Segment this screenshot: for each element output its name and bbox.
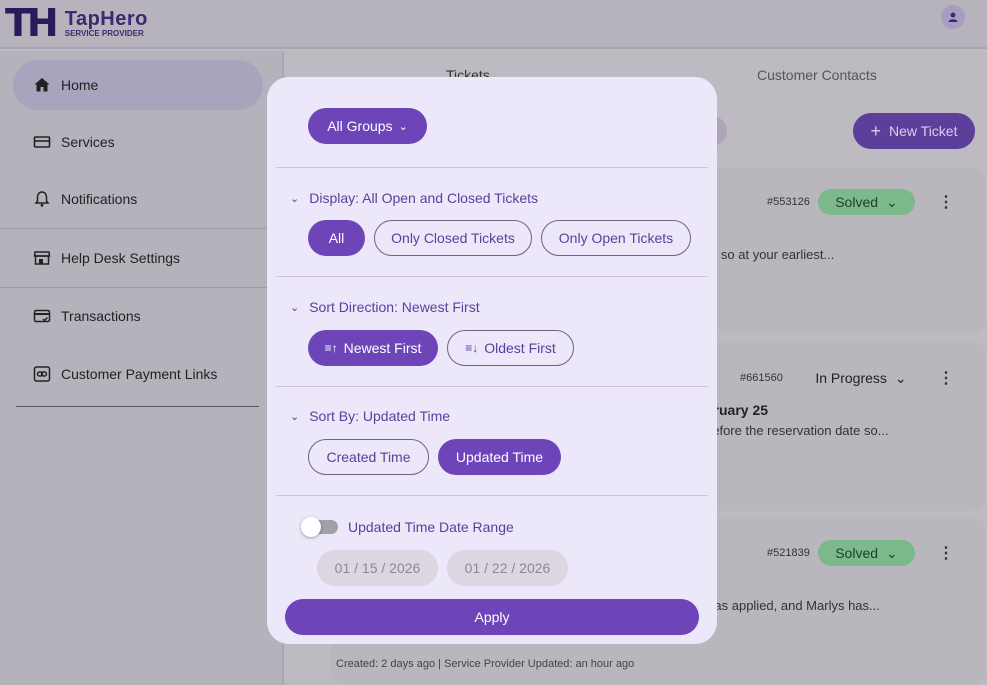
sort-direction-toggle[interactable]: ⌄ Sort Direction: Newest First: [290, 299, 480, 315]
sort-by-toggle[interactable]: ⌄ Sort By: Updated Time: [290, 408, 450, 424]
brand-logo[interactable]: TH TapHero SERVICE PROVIDER: [5, 3, 148, 43]
display-open-button[interactable]: Only Open Tickets: [541, 220, 691, 256]
link-icon: [33, 365, 51, 383]
button-label: Oldest First: [484, 340, 556, 356]
sidebar-item-customer-payment-links[interactable]: Customer Payment Links: [13, 349, 263, 399]
date-value: 01 / 22 / 2026: [464, 560, 551, 576]
bell-icon: [33, 190, 51, 208]
more-options-icon[interactable]: ⋮: [936, 192, 956, 212]
status-label: Solved: [835, 545, 879, 561]
ticket-meta: Created: 2 days ago | Service Provider U…: [336, 658, 635, 670]
sidebar-item-label: Transactions: [61, 308, 141, 324]
divider: [276, 276, 708, 277]
chevron-down-icon: ⌄: [886, 193, 898, 210]
user-icon: [948, 12, 958, 22]
ticket-number: #521839: [767, 547, 810, 559]
divider: [276, 495, 708, 496]
button-label: Created Time: [326, 449, 411, 465]
sidebar-item-services[interactable]: Services: [13, 117, 263, 167]
date-range-label: Updated Time Date Range: [348, 519, 514, 535]
sidebar-item-label: Notifications: [61, 191, 138, 207]
account-button[interactable]: [941, 5, 965, 29]
newest-first-button[interactable]: ≡↑ Newest First: [308, 330, 438, 366]
status-dropdown[interactable]: Solved ⌄: [818, 540, 915, 566]
home-icon: [33, 76, 51, 94]
sidebar: Home Services Notifications Help Desk Se…: [0, 51, 284, 685]
date-range-toggle[interactable]: [301, 517, 338, 537]
button-label: All: [328, 230, 345, 246]
sidebar-item-label: Customer Payment Links: [61, 366, 218, 382]
ticket-number: #661560: [740, 372, 783, 384]
sidebar-divider: [16, 406, 259, 407]
ticket-snippet: before the reservation date so...: [705, 423, 889, 438]
card-icon: [33, 307, 51, 325]
button-label: Only Closed Tickets: [391, 230, 515, 246]
button-label: Updated Time: [455, 449, 544, 465]
services-icon: [33, 133, 51, 151]
top-bar: TH TapHero SERVICE PROVIDER: [0, 0, 987, 49]
logo-text: TapHero SERVICE PROVIDER: [65, 9, 148, 38]
plus-icon: +: [870, 120, 882, 141]
new-ticket-label: New Ticket: [889, 123, 958, 139]
sidebar-item-label: Services: [61, 134, 115, 150]
divider: [276, 386, 708, 387]
sidebar-divider: [0, 287, 284, 288]
end-date-field[interactable]: 01 / 22 / 2026: [447, 550, 568, 586]
apply-button[interactable]: Apply: [285, 599, 699, 635]
display-section-toggle[interactable]: ⌄ Display: All Open and Closed Tickets: [290, 190, 538, 206]
status-label: Solved: [835, 194, 879, 210]
filter-dialog: All Groups ⌄ ⌄ Display: All Open and Clo…: [267, 77, 717, 644]
start-date-field[interactable]: 01 / 15 / 2026: [317, 550, 438, 586]
button-label: Only Open Tickets: [558, 230, 674, 246]
chevron-down-icon: ⌄: [290, 410, 300, 423]
sidebar-item-help-desk-settings[interactable]: Help Desk Settings: [13, 233, 263, 283]
display-all-button[interactable]: All: [308, 220, 365, 256]
logo-mark: TH: [5, 1, 59, 45]
store-icon: [33, 249, 51, 267]
created-time-button[interactable]: Created Time: [308, 439, 429, 475]
group-select[interactable]: All Groups ⌄: [308, 108, 427, 144]
chevron-down-icon: ⌄: [398, 120, 408, 133]
sort-direction-label: Sort Direction: Newest First: [309, 299, 480, 315]
sidebar-item-transactions[interactable]: Transactions: [13, 291, 263, 341]
oldest-first-button[interactable]: ≡↓ Oldest First: [447, 330, 574, 366]
chevron-down-icon: ⌄: [290, 301, 300, 314]
sidebar-item-home[interactable]: Home: [13, 60, 263, 110]
chevron-down-icon: ⌄: [290, 192, 300, 205]
brand-name: TapHero: [64, 7, 148, 30]
more-options-icon[interactable]: ⋮: [936, 368, 956, 388]
chevron-down-icon: ⌄: [886, 544, 898, 561]
updated-time-button[interactable]: Updated Time: [438, 439, 561, 475]
sort-ascending-icon: ≡↓: [465, 341, 479, 355]
ticket-snippet: was applied, and Marlys has...: [705, 598, 880, 613]
ticket-number: #553126: [767, 196, 810, 208]
display-closed-button[interactable]: Only Closed Tickets: [374, 220, 532, 256]
brand-subtitle: SERVICE PROVIDER: [64, 28, 144, 38]
sort-by-label: Sort By: Updated Time: [309, 408, 451, 424]
chevron-down-icon: ⌄: [894, 369, 907, 386]
status-dropdown[interactable]: Solved ⌄: [818, 189, 915, 215]
sidebar-item-label: Help Desk Settings: [61, 250, 181, 266]
toggle-knob: [301, 517, 321, 537]
display-section-label: Display: All Open and Closed Tickets: [309, 190, 538, 206]
new-ticket-button[interactable]: + New Ticket: [853, 113, 975, 149]
tab-customer-contacts[interactable]: Customer Contacts: [757, 67, 877, 83]
ticket-snippet: w, so at your earliest...: [705, 247, 835, 262]
sidebar-divider: [0, 228, 284, 229]
sidebar-item-label: Home: [61, 77, 99, 93]
status-label: In Progress: [815, 370, 887, 386]
date-value: 01 / 15 / 2026: [334, 560, 421, 576]
sidebar-item-notifications[interactable]: Notifications: [13, 174, 263, 224]
button-label: Apply: [474, 609, 510, 625]
button-label: Newest First: [343, 340, 422, 356]
status-dropdown[interactable]: In Progress ⌄: [801, 365, 921, 391]
group-select-label: All Groups: [327, 118, 393, 134]
sort-descending-icon: ≡↑: [324, 341, 338, 355]
more-options-icon[interactable]: ⋮: [936, 543, 956, 563]
divider: [276, 167, 708, 168]
